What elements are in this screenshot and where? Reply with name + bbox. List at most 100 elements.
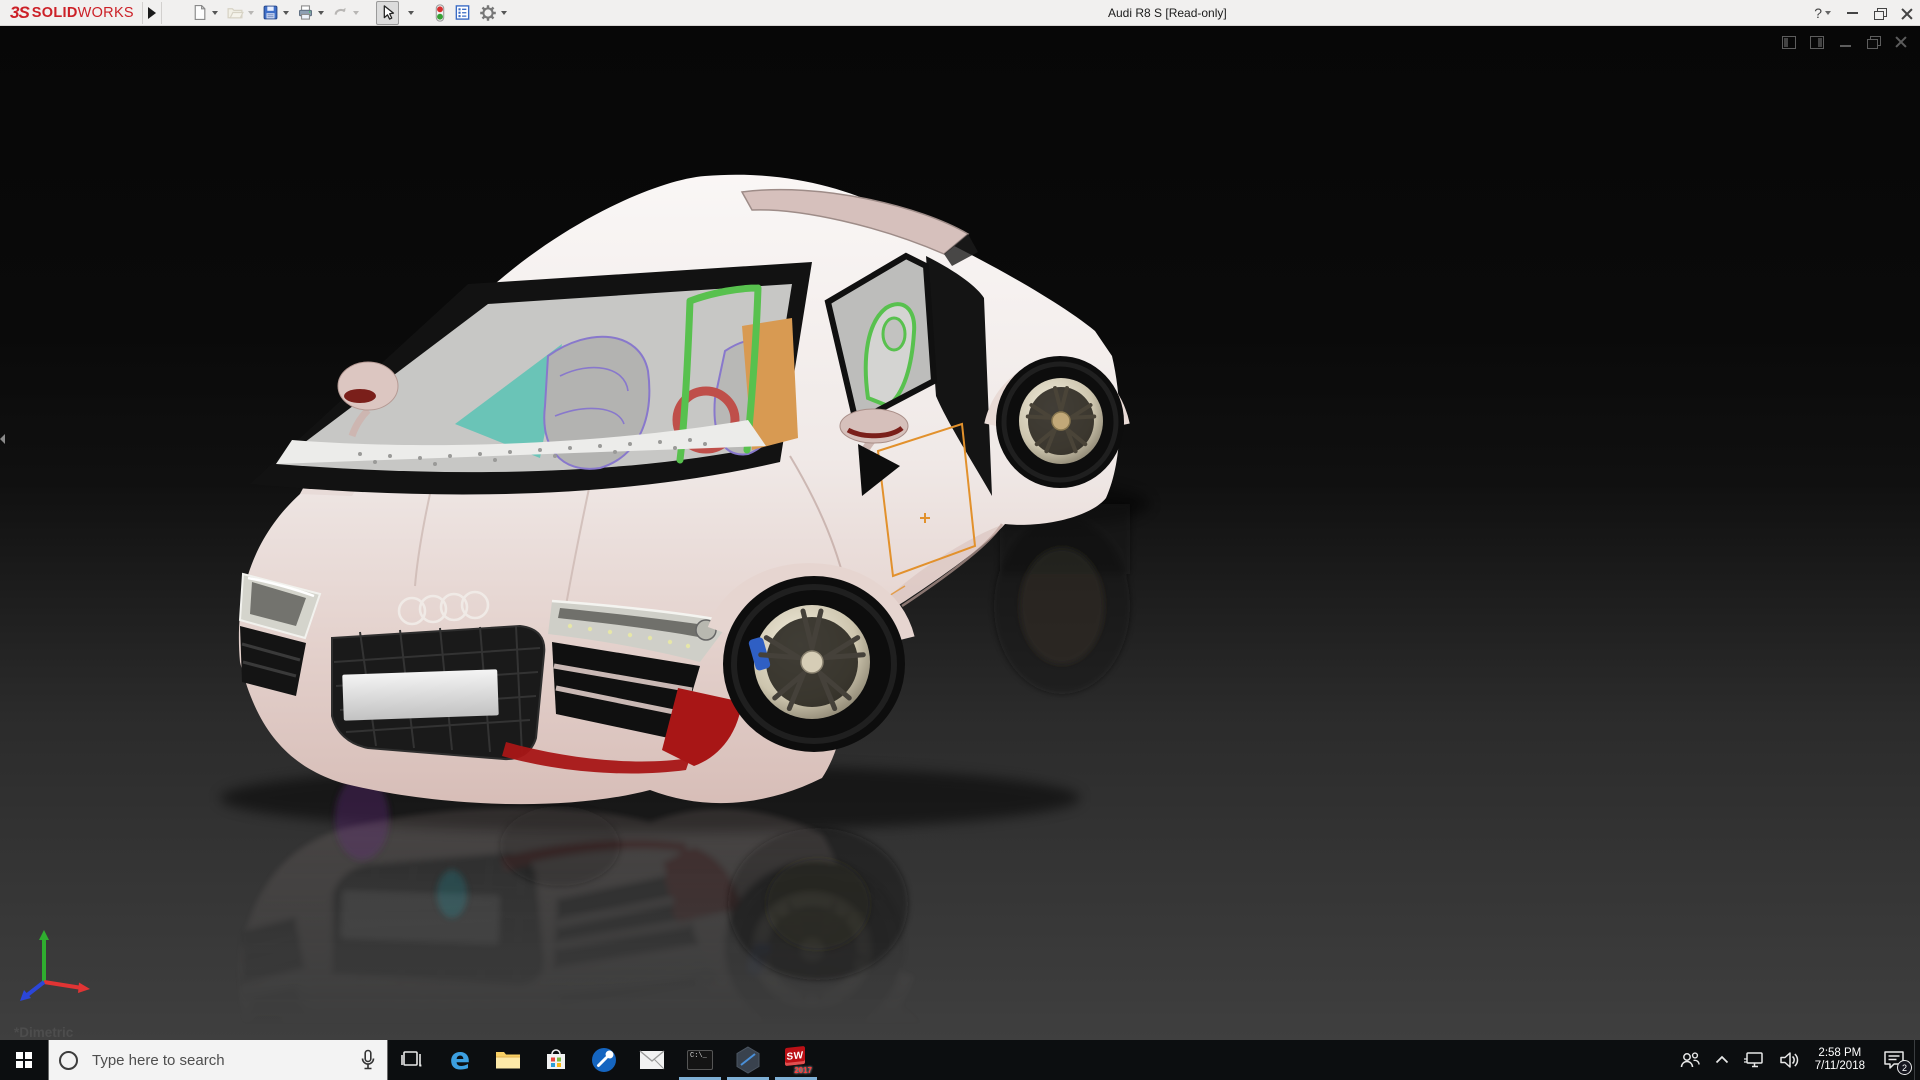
- windows-logo-icon: [16, 1052, 32, 1068]
- feature-panel-collapse-tab[interactable]: [0, 430, 7, 448]
- window-controls: ?: [1814, 0, 1912, 26]
- edge-icon: e: [449, 1042, 471, 1077]
- front-grille: [331, 624, 546, 761]
- collapse-arrow-icon: [0, 434, 5, 444]
- speaker-icon: [1779, 1052, 1798, 1068]
- dropdown-arrow-icon[interactable]: [500, 10, 507, 15]
- rear-wheel: [996, 356, 1124, 488]
- pane-right-icon: [1810, 35, 1824, 49]
- task-view-button[interactable]: [388, 1040, 436, 1080]
- quick-toolbar: [188, 0, 510, 25]
- taskbar-item-solidworks[interactable]: SW 2017: [772, 1040, 820, 1080]
- new-document-icon: [194, 5, 206, 20]
- save-floppy-icon: [263, 5, 278, 20]
- doc-close-button[interactable]: [1892, 34, 1910, 50]
- search-placeholder: Type here to search: [92, 1051, 225, 1069]
- network-icon: [1743, 1052, 1763, 1068]
- people-button[interactable]: [1672, 1040, 1708, 1080]
- close-icon: [1901, 8, 1912, 19]
- expand-menu-button[interactable]: [143, 2, 161, 24]
- ds-logo-icon: 3S: [10, 2, 30, 22]
- pane-left-icon: [1782, 35, 1796, 49]
- window-title: Audi R8 S [Read-only]: [1108, 6, 1227, 20]
- task-view-icon: [401, 1051, 422, 1067]
- dropdown-arrow-icon[interactable]: [317, 10, 324, 15]
- tray-overflow-button[interactable]: [1708, 1040, 1736, 1080]
- network-button[interactable]: [1736, 1040, 1772, 1080]
- microphone-icon[interactable]: [359, 1049, 377, 1071]
- action-center-button[interactable]: 2: [1874, 1040, 1914, 1080]
- license-plate: [342, 669, 499, 721]
- brand-works: WORKS: [77, 4, 134, 21]
- taskbar-search[interactable]: Type here to search: [48, 1040, 388, 1080]
- play-arrow-icon: [147, 6, 156, 19]
- taskbar-item-mail[interactable]: [628, 1040, 676, 1080]
- brand-solid: SOLID: [31, 4, 78, 21]
- doc-minimize-button[interactable]: [1836, 34, 1854, 50]
- chevron-up-icon: [1715, 1055, 1728, 1064]
- select-dropdown[interactable]: [401, 1, 417, 25]
- dropdown-arrow-icon[interactable]: [211, 10, 218, 15]
- show-desktop-button[interactable]: [1914, 1040, 1920, 1080]
- wrench-circle-icon: [592, 1048, 616, 1072]
- dropdown-arrow-icon: [352, 10, 359, 15]
- view-orientation-label: *Dimetric: [14, 1025, 74, 1040]
- command-prompt-icon: C:\_: [687, 1050, 713, 1070]
- notification-badge: 2: [1897, 1060, 1912, 1075]
- undo-icon: [334, 7, 346, 15]
- car-model: [238, 174, 1130, 805]
- open-folder-icon: [227, 8, 244, 19]
- help-button[interactable]: ?: [1814, 5, 1831, 21]
- pane-left-button[interactable]: [1780, 34, 1798, 50]
- close-icon: [1895, 36, 1907, 48]
- file-properties-icon: [455, 5, 470, 20]
- open-button[interactable]: [223, 1, 257, 25]
- clock[interactable]: 2:58 PM 7/11/2018: [1806, 1040, 1874, 1080]
- dropdown-arrow-icon[interactable]: [282, 10, 289, 15]
- print-button[interactable]: [294, 1, 327, 25]
- windows-taskbar: Type here to search e C:\_ SW 2017 2:58 …: [0, 1040, 1920, 1080]
- pane-right-button[interactable]: [1808, 34, 1826, 50]
- select-cursor-icon: [383, 5, 394, 20]
- new-document-button[interactable]: [188, 1, 221, 25]
- cortana-icon: [59, 1050, 78, 1070]
- rebuild-button[interactable]: [431, 1, 449, 25]
- print-icon: [298, 5, 312, 20]
- taskbar-item-support-tool[interactable]: [580, 1040, 628, 1080]
- minimize-button[interactable]: [1847, 12, 1858, 14]
- dropdown-arrow-icon: [1825, 11, 1831, 15]
- graphics-viewport[interactable]: *Dimetric: [0, 26, 1920, 1040]
- taskbar-item-edge[interactable]: e: [436, 1040, 484, 1080]
- restore-button[interactable]: [1874, 8, 1887, 20]
- model-canvas[interactable]: [0, 26, 1920, 1040]
- taskbar-item-command-prompt[interactable]: C:\_: [676, 1040, 724, 1080]
- select-tool-button[interactable]: [375, 0, 399, 25]
- title-bar: 3S SOLID WORKS Audi R8 S [Read-only] ?: [0, 0, 1920, 26]
- restore-icon: [1874, 8, 1887, 20]
- start-button[interactable]: [0, 1040, 48, 1080]
- car-reflection: [239, 808, 1124, 1040]
- restore-icon: [1866, 36, 1881, 49]
- undo-button[interactable]: [329, 1, 362, 25]
- people-icon: [1680, 1052, 1700, 1068]
- save-button[interactable]: [259, 1, 292, 25]
- store-icon: [547, 1049, 565, 1069]
- file-properties-button[interactable]: [451, 1, 474, 25]
- options-button[interactable]: [476, 1, 510, 25]
- dropdown-arrow-icon: [247, 10, 254, 15]
- separator: [160, 1, 162, 24]
- mail-icon: [639, 1050, 665, 1070]
- taskbar-item-hexagon-tool[interactable]: [724, 1040, 772, 1080]
- orientation-triad: [20, 930, 90, 1001]
- close-button[interactable]: [1901, 8, 1912, 19]
- volume-button[interactable]: [1772, 1040, 1806, 1080]
- document-window-controls: [1780, 34, 1910, 50]
- taskbar-item-file-explorer[interactable]: [484, 1040, 532, 1080]
- tray-date: 7/11/2018: [1814, 1060, 1865, 1072]
- doc-restore-button[interactable]: [1864, 34, 1882, 50]
- tray-time: 2:58 PM: [1818, 1047, 1862, 1059]
- file-explorer-icon: [496, 1052, 520, 1069]
- dropdown-arrow-icon[interactable]: [407, 10, 414, 15]
- system-tray: 2:58 PM 7/11/2018 2: [1672, 1040, 1920, 1080]
- taskbar-item-store[interactable]: [532, 1040, 580, 1080]
